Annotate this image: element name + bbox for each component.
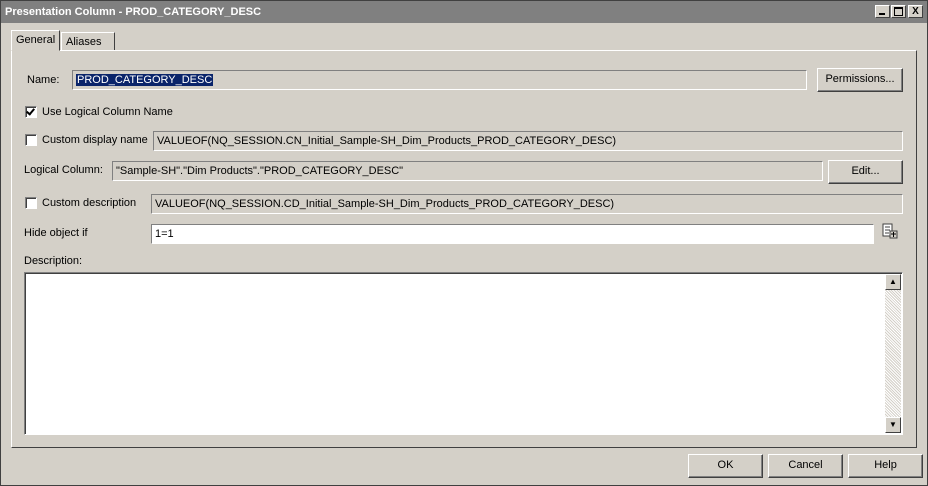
use-logical-column-checkbox[interactable] [25, 106, 37, 118]
logical-column-field[interactable]: "Sample-SH"."Dim Products"."PROD_CATEGOR… [112, 161, 823, 181]
hide-object-field[interactable]: 1=1 [151, 224, 874, 244]
permissions-button[interactable]: Permissions... [817, 68, 903, 92]
dialog-window: Presentation Column - PROD_CATEGORY_DESC… [0, 0, 928, 486]
title-bar[interactable]: Presentation Column - PROD_CATEGORY_DESC… [1, 1, 927, 23]
description-scrollbar[interactable]: ▲ ▼ [885, 274, 901, 433]
name-label-text: Name: [27, 74, 60, 86]
description-textarea[interactable]: ▲ ▼ [24, 272, 903, 435]
custom-display-name-field[interactable]: VALUEOF(NQ_SESSION.CN_Initial_Sample-SH_… [153, 131, 903, 151]
ok-button[interactable]: OK [688, 454, 763, 478]
scroll-down-arrow-icon[interactable]: ▼ [885, 417, 901, 433]
cancel-button[interactable]: Cancel [768, 454, 843, 478]
maximize-button[interactable] [891, 5, 906, 18]
tab-aliases[interactable]: Aliases [61, 32, 115, 51]
name-field[interactable]: PROD_CATEGORY_DESC [72, 70, 807, 90]
help-button[interactable]: Help [848, 454, 923, 478]
close-button[interactable]: X [908, 5, 923, 18]
custom-display-name-label: Custom display name [42, 134, 148, 146]
expression-builder-icon[interactable] [881, 223, 899, 240]
tab-general[interactable]: General [11, 30, 60, 51]
custom-description-label: Custom description [42, 197, 137, 209]
window-title: Presentation Column - PROD_CATEGORY_DESC [5, 6, 262, 18]
hide-object-label: Hide object if [24, 227, 88, 239]
description-label: Description: [24, 255, 83, 267]
scroll-up-arrow-icon[interactable]: ▲ [885, 274, 901, 290]
custom-description-checkbox[interactable] [25, 197, 37, 209]
logical-column-label: Logical Column: [24, 164, 103, 176]
use-logical-column-label: Use Logical Column Name [42, 106, 173, 118]
custom-display-name-checkbox[interactable] [25, 134, 37, 146]
name-label: Name: [27, 74, 59, 86]
minimize-button[interactable] [875, 5, 890, 18]
name-value: PROD_CATEGORY_DESC [76, 74, 214, 86]
custom-description-field[interactable]: VALUEOF(NQ_SESSION.CD_Initial_Sample-SH_… [151, 194, 903, 214]
edit-button[interactable]: Edit... [828, 160, 903, 184]
